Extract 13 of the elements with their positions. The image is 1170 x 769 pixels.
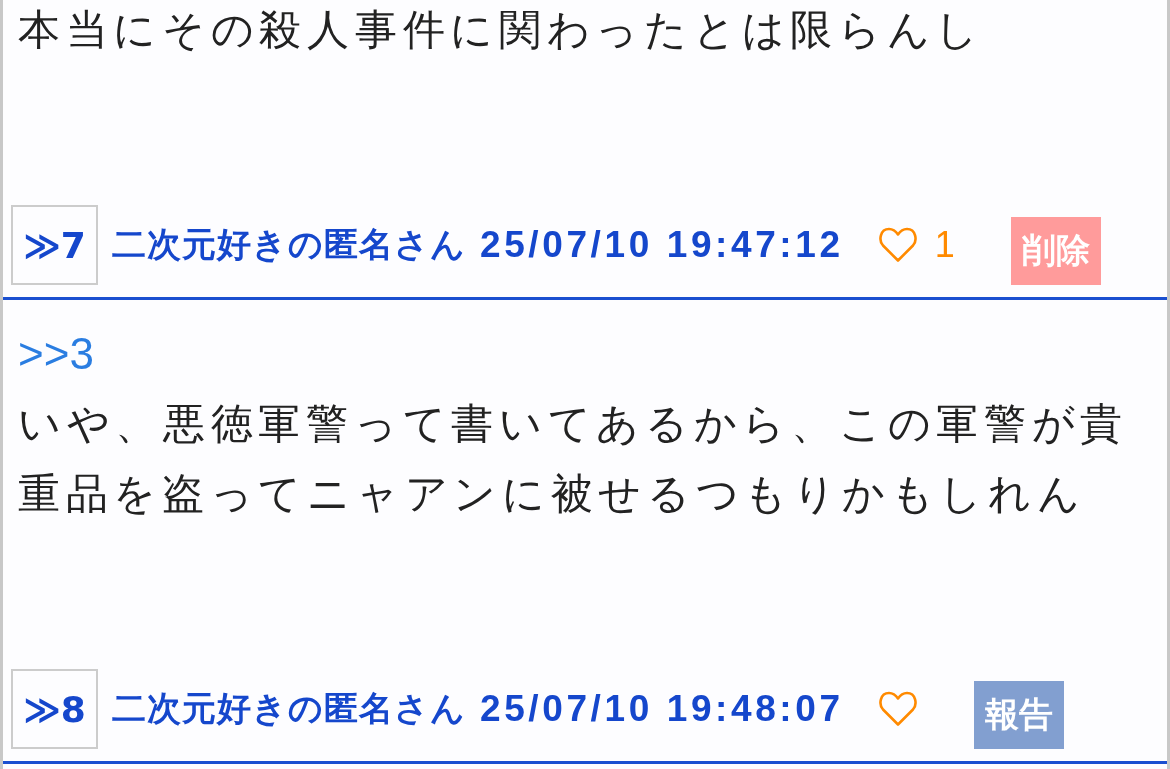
poster-name: 二次元好きの匿名さん — [112, 687, 466, 730]
post-date: 25/07/10 19:47:12 — [480, 224, 844, 266]
post-body: いや、悪徳軍警って書いてあるから、この軍警が貴重品を盗ってニャアンに被せるつもりかもしれん — [18, 398, 1130, 520]
reply-link[interactable]: >>3 — [18, 319, 94, 389]
like-count: 1 — [934, 224, 955, 266]
post-date: 25/07/10 19:48:07 — [480, 688, 844, 730]
post-body: 本当にその殺人事件に関わったとは限らんし — [18, 4, 985, 56]
post-number-link[interactable]: ≫7 — [11, 205, 98, 285]
heart-icon[interactable] — [877, 691, 918, 727]
report-button[interactable]: 報告 — [973, 681, 1064, 749]
poster-name: 二次元好きの匿名さん — [112, 223, 466, 266]
heart-icon[interactable] — [877, 227, 918, 263]
post-number-link[interactable]: ≫8 — [11, 669, 98, 749]
